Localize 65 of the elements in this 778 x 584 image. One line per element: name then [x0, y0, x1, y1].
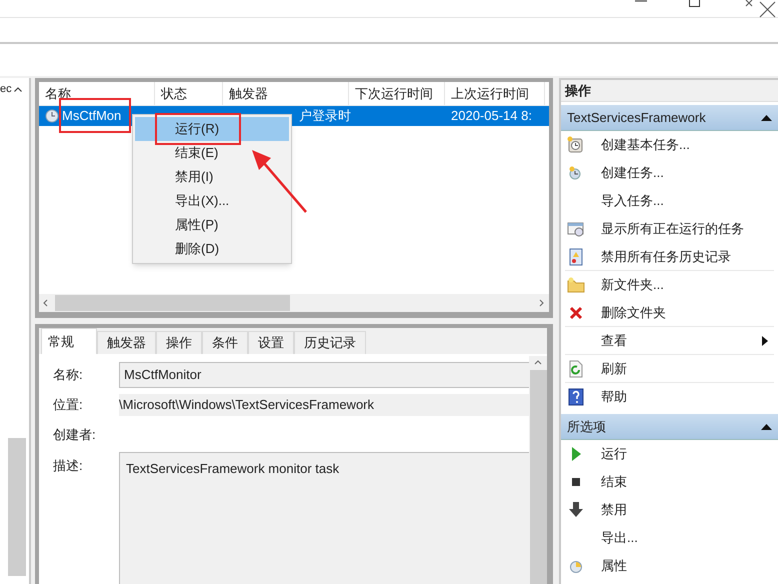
- name-field[interactable]: MsCtfMonitor: [119, 362, 529, 388]
- tab[interactable]: 触发器: [97, 331, 156, 354]
- action-item[interactable]: 禁用所有任务历史记录: [565, 243, 774, 271]
- collapse-icon[interactable]: [761, 114, 772, 120]
- menu-item[interactable]: 属性(P): [135, 213, 289, 237]
- action-item[interactable]: 运行: [565, 440, 774, 468]
- menu-item[interactable]: 删除(D): [135, 237, 289, 261]
- action-item[interactable]: 刷新: [565, 355, 774, 383]
- annotation-arrow: [252, 150, 307, 213]
- folder-icon: [567, 276, 585, 294]
- task-name: MsCtfMon: [62, 106, 122, 126]
- tab[interactable]: 常规: [41, 328, 97, 354]
- table-cell: 2020-05-14 8:: [451, 108, 532, 124]
- section-header[interactable]: 所选项: [561, 414, 778, 440]
- panel-title: 操作: [561, 80, 778, 102]
- scrollbar-thumb[interactable]: [8, 438, 26, 576]
- column-header[interactable]: 触发器: [223, 82, 349, 105]
- section-title: 所选项: [567, 418, 606, 436]
- tab[interactable]: 历史记录: [294, 331, 366, 354]
- column-header[interactable]: 上次运行时间: [445, 82, 545, 105]
- field-label: 创建者:: [53, 426, 97, 444]
- section-title: TextServicesFramework: [567, 108, 706, 127]
- submenu-arrow-icon: [762, 336, 768, 346]
- down-arrow-icon: [567, 501, 585, 519]
- horizontal-scrollbar[interactable]: [39, 294, 549, 312]
- action-item[interactable]: 导出...: [565, 524, 774, 552]
- menu-item[interactable]: 禁用(I): [135, 165, 289, 189]
- notebook-warning-icon: [567, 248, 585, 266]
- table-cell: 户登录时: [299, 108, 351, 124]
- calendar-clock-icon: [567, 136, 585, 154]
- menu-item[interactable]: 导出(X)...: [135, 189, 289, 213]
- tab[interactable]: 操作: [156, 331, 202, 354]
- location-value: \Microsoft\Windows\TextServicesFramework: [119, 394, 529, 416]
- tab[interactable]: 设置: [248, 331, 294, 354]
- action-item[interactable]: 导入任务...: [565, 187, 774, 215]
- action-item[interactable]: 创建基本任务...: [565, 131, 774, 159]
- action-item[interactable]: 删除文件夹: [565, 299, 774, 327]
- minimize-icon[interactable]: [635, 0, 647, 4]
- maximize-icon[interactable]: [689, 0, 700, 7]
- column-header[interactable]: 状态: [155, 82, 223, 105]
- caret-icon[interactable]: [14, 86, 22, 92]
- column-header[interactable]: 下次运行时间: [349, 82, 445, 105]
- clock-icon: [45, 109, 59, 123]
- action-item[interactable]: 新文件夹...: [565, 271, 774, 299]
- section-header[interactable]: TextServicesFramework: [561, 105, 778, 131]
- action-item[interactable]: 结束: [565, 468, 774, 496]
- tab[interactable]: 条件: [202, 331, 248, 354]
- action-item[interactable]: 查看: [565, 327, 774, 355]
- action-item[interactable]: 显示所有正在运行的任务: [565, 215, 774, 243]
- action-item[interactable]: 帮助: [565, 383, 774, 411]
- action-item[interactable]: 禁用: [565, 496, 774, 524]
- highlight-box: [59, 98, 131, 134]
- collapse-icon[interactable]: [761, 424, 772, 430]
- menu-item[interactable]: 结束(E): [135, 141, 289, 165]
- description-field[interactable]: TextServicesFramework monitor task: [119, 452, 529, 584]
- help-icon: [567, 388, 585, 406]
- window-clock-icon: [567, 220, 585, 238]
- tree-item-text[interactable]: ec: [0, 80, 12, 98]
- action-item[interactable]: 创建任务...: [565, 159, 774, 187]
- field-label: 名称:: [53, 366, 84, 384]
- field-label: 描述:: [53, 457, 84, 475]
- refresh-icon: [567, 360, 585, 378]
- action-item[interactable]: 属性: [565, 552, 774, 580]
- scrollbar-thumb[interactable]: [55, 295, 290, 311]
- field-label: 位置:: [53, 396, 84, 414]
